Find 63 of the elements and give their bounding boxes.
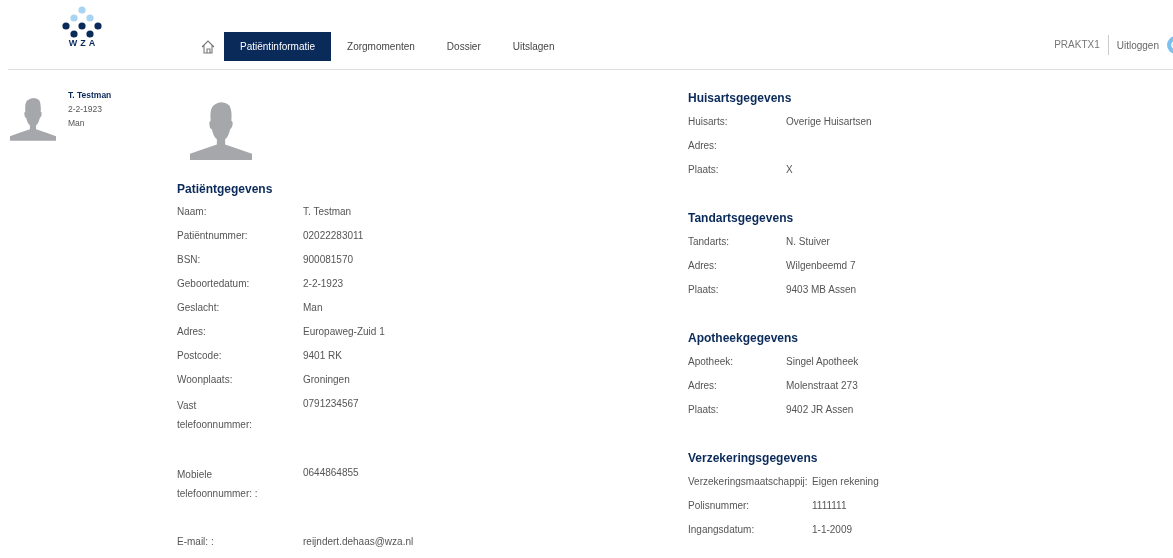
field-value: Eigen rekening: [812, 475, 879, 489]
field-value: Overige Huisartsen: [786, 115, 873, 129]
field-value: N. Stuiver: [786, 235, 831, 249]
field-label: Adres:: [177, 325, 207, 339]
field-value: 900081570: [303, 253, 355, 267]
field-value: Europaweg-Zuid 1: [303, 325, 386, 339]
field-label: Patiëntnummer:: [177, 229, 249, 243]
field-value: X: [786, 163, 794, 177]
field-label: Adres:: [688, 379, 718, 393]
user-name: PRAKTX1: [1054, 35, 1109, 55]
nav-tab[interactable]: Dossier: [430, 32, 497, 61]
field-value: Man: [303, 301, 324, 315]
nav-tab[interactable]: Uitslagen: [496, 32, 571, 61]
field-value: 1111111: [812, 499, 848, 513]
field-value: Singel Apotheek: [786, 355, 860, 369]
field-label: Woonplaats:: [177, 373, 234, 387]
field-label: Adres:: [688, 259, 718, 273]
field-label: Apotheek:: [688, 355, 735, 369]
home-icon[interactable]: [200, 38, 216, 55]
field-value: 9401 RK: [303, 349, 343, 363]
field-label: Postcode:: [177, 349, 223, 363]
field-value: 0644864855: [303, 466, 360, 480]
nav-tab[interactable]: Zorgmomenten: [331, 32, 431, 61]
field-label: Verzekeringsmaatschappij:: [688, 475, 809, 489]
logo-icon: [61, 6, 103, 38]
patient-name: T. Testman: [68, 90, 112, 100]
field-label: E-mail: :: [177, 535, 215, 549]
field-label: Geboortedatum:: [177, 277, 251, 291]
field-value: Groningen: [303, 373, 351, 387]
gender: Man: [68, 118, 86, 128]
field-value: 1-1-2009: [812, 523, 854, 537]
section-heading: Patiëntgegevens: [177, 182, 274, 196]
field-value: reijndert.dehaas@wza.nl: [303, 535, 415, 549]
avatar-icon: [10, 96, 56, 141]
field-value: T. Testman: [303, 205, 353, 219]
field-value: Molenstraat 273: [786, 379, 859, 393]
field-value: 02022283011: [303, 229, 365, 243]
section-heading: Huisartsgegevens: [688, 91, 793, 105]
field-label: Polisnummer:: [688, 499, 751, 513]
field-value: 2-2-1923: [303, 277, 345, 291]
section-heading: Apotheekgegevens: [688, 331, 800, 345]
field-label: Vast telefoonnummer:: [177, 399, 254, 432]
nav-tab[interactable]: Patiëntinformatie: [224, 32, 332, 61]
field-label: Plaats:: [688, 403, 720, 417]
field-label: Plaats:: [688, 283, 720, 297]
section-heading: Verzekeringsgegevens: [688, 451, 819, 465]
field-value: 9402 JR Assen: [786, 403, 855, 417]
birth-date: 2-2-1923: [68, 104, 104, 114]
logo-text: WZA: [68, 38, 99, 48]
section-heading: Tandartsgegevens: [688, 211, 795, 225]
field-label: Plaats:: [688, 163, 720, 177]
field-label: Tandarts:: [688, 235, 731, 249]
field-label: Naam:: [177, 205, 208, 219]
field-value: 9403 MB Assen: [786, 283, 858, 297]
field-label: Huisarts:: [688, 115, 729, 129]
field-label: Geslacht:: [177, 301, 221, 315]
field-value: 0791234567: [303, 397, 360, 411]
field-label: BSN:: [177, 253, 202, 267]
field-label: Mobiele telefoonnummer: :: [177, 468, 259, 501]
field-label: Adres:: [688, 139, 718, 153]
field-label: Ingangsdatum:: [688, 523, 756, 537]
field-value: Wilgenbeemd 7: [786, 259, 857, 273]
logout-link[interactable]: Uitloggen: [1116, 39, 1159, 51]
